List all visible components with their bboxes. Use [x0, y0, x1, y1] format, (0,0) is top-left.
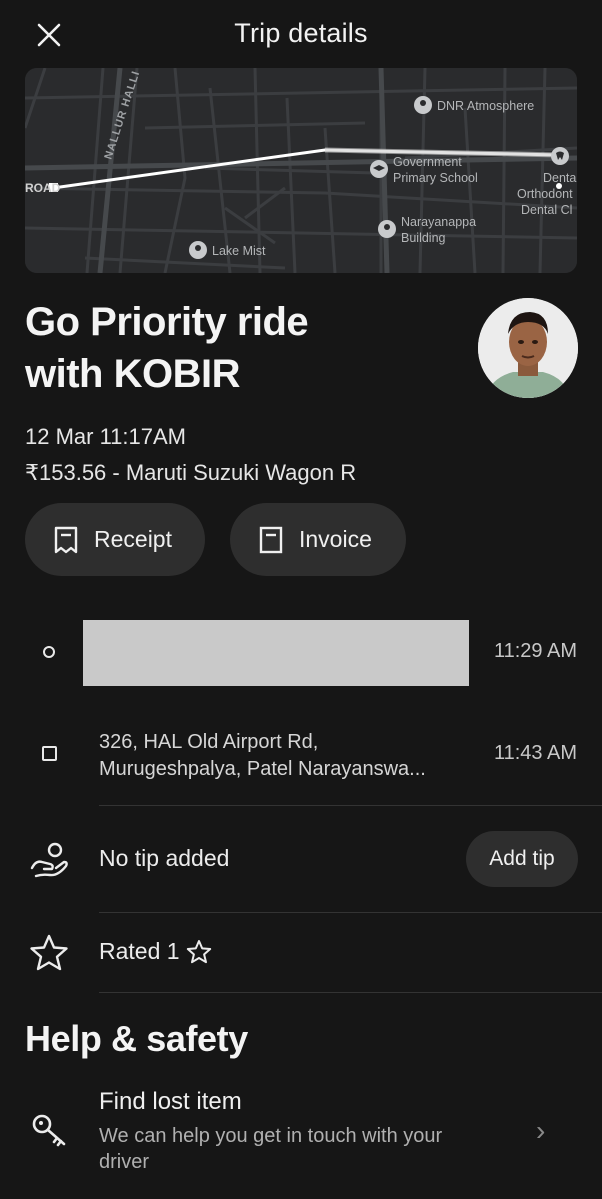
- poi-label: Orthodont: [517, 187, 573, 201]
- ride-title-line: with KOBIR: [25, 352, 240, 396]
- ride-title: Go Priority ride with KOBIR: [25, 296, 445, 400]
- page-title: Trip details: [234, 18, 368, 48]
- receipt-label: Receipt: [94, 526, 172, 552]
- receipt-button[interactable]: Receipt: [25, 503, 205, 576]
- find-lost-item-description: We can help you get in touch with your d…: [99, 1125, 443, 1173]
- ride-fare-vehicle: ₹153.56 - Maruti Suzuki Wagon R: [25, 460, 357, 485]
- invoice-label: Invoice: [299, 526, 372, 552]
- rating-text: Rated 1: [99, 938, 180, 964]
- divider: [99, 992, 602, 993]
- receipt-icon: [54, 526, 78, 553]
- chevron-right-icon: ›: [536, 1115, 546, 1146]
- ride-datetime: 12 Mar 11:17AM: [25, 424, 187, 449]
- divider: [99, 805, 602, 806]
- pickup-dot-icon: [43, 646, 55, 658]
- key-icon: [32, 1114, 66, 1147]
- hand-coin-icon: [30, 842, 68, 878]
- poi-label: Primary School: [393, 171, 478, 185]
- pickup-address-redacted: [83, 620, 469, 686]
- rating-row: Rated 1: [99, 938, 212, 965]
- dropoff-address-line: Murugeshpalya, Patel Narayanswa...: [99, 758, 426, 780]
- dropoff-square-icon: [42, 746, 57, 761]
- ride-title-line: Go Priority ride: [25, 300, 309, 344]
- poi-label: DNR Atmosphere: [437, 99, 534, 113]
- invoice-button[interactable]: Invoice: [230, 503, 406, 576]
- driver-avatar: [478, 298, 578, 398]
- route-map[interactable]: NALLUR HALLI ROAD DNR Atmosphere Governm…: [25, 68, 577, 273]
- star-icon: [186, 939, 211, 963]
- divider: [99, 912, 602, 913]
- invoice-icon: [259, 526, 283, 553]
- dropoff-address-line: 326, HAL Old Airport Rd,: [99, 731, 319, 753]
- help-safety-heading: Help & safety: [25, 1018, 248, 1059]
- poi-label: Narayanappa: [401, 215, 476, 229]
- poi-label: Lake Mist: [212, 244, 266, 258]
- dropoff-time: 11:43 AM: [493, 742, 577, 764]
- poi-label: Building: [401, 231, 446, 245]
- dropoff-address: 326, HAL Old Airport Rd, Murugeshpalya, …: [99, 729, 469, 783]
- map-road-label: ROAD: [25, 181, 61, 195]
- poi-label: Government: [393, 155, 462, 169]
- find-lost-item-title: Find lost item: [99, 1088, 242, 1115]
- pickup-time: 11:29 AM: [493, 640, 577, 662]
- star-icon: [30, 934, 68, 971]
- poi-label: Dental Cl: [521, 203, 572, 217]
- tip-status: No tip added: [99, 845, 230, 871]
- add-tip-button[interactable]: Add tip: [466, 831, 578, 887]
- poi-label: Dental: [543, 171, 577, 185]
